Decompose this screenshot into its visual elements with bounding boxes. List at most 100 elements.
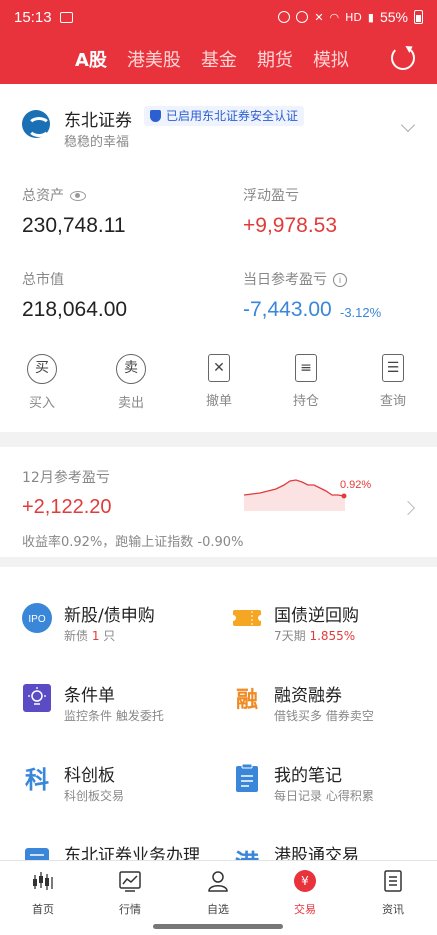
service-margin-trading[interactable]: 融 融资融券 借钱买多 借券卖空: [232, 681, 437, 731]
wifi-icon: ◠: [329, 10, 340, 24]
positions-button[interactable]: ≡ 持仓: [276, 354, 336, 409]
nav-market[interactable]: 行情: [95, 869, 165, 917]
nav-watchlist[interactable]: 自选: [183, 869, 253, 917]
sparkline-percent-label: 0.92%: [340, 479, 372, 491]
clock-icon: [296, 11, 309, 23]
daily-pnl-percent: -3.12%: [340, 305, 382, 320]
monthly-pnl-card[interactable]: 12月参考盈亏 +2,122.20 收益率0.92%，跑输上证指数 -0.90%…: [0, 447, 437, 557]
broker-name[interactable]: 东北证券: [64, 106, 132, 131]
alarm-icon: [278, 11, 291, 23]
service-star-market-title: 科创板: [64, 766, 115, 786]
chevron-down-icon[interactable]: [400, 117, 416, 133]
monthly-pnl-value: +2,122.20: [22, 496, 112, 518]
market-icon: [119, 871, 141, 892]
query-label: 查询: [379, 394, 406, 409]
cert-badge-label: 已启用东北证券安全认证: [166, 109, 299, 123]
nav-news[interactable]: 资讯: [358, 869, 428, 917]
ipo-icon: IPO: [22, 603, 52, 633]
tab-hk-us[interactable]: 港美股: [127, 46, 181, 72]
watchlist-icon: [208, 871, 228, 892]
monthly-pnl-sparkline: [244, 479, 347, 511]
nav-market-label: 行情: [119, 903, 141, 916]
ipo-icon-text: IPO: [28, 614, 45, 625]
floating-pnl-value: +9,978.53: [243, 214, 338, 237]
status-time: 15:13: [14, 8, 52, 26]
chevron-right-icon: [400, 500, 416, 516]
service-reverse-repo-title: 国债逆回购: [274, 606, 359, 626]
network-label: HD: [345, 10, 362, 24]
service-conditional-order[interactable]: 条件单 监控条件 触发委托: [22, 681, 232, 731]
total-assets-value: 230,748.11: [22, 214, 126, 237]
service-conditional-order-title: 条件单: [64, 686, 115, 706]
lightbulb-icon: [23, 684, 51, 712]
service-star-market[interactable]: 科 科创板 科创板交易: [22, 761, 232, 811]
notes-icon: [236, 763, 258, 792]
battery-level: 55%: [379, 9, 408, 25]
total-assets-label-row: 总资产: [22, 185, 86, 205]
daily-pnl-label-row: 当日参考盈亏 i: [243, 269, 347, 289]
sell-icon: 卖: [116, 354, 146, 384]
total-assets-label: 总资产: [22, 188, 64, 204]
buy-button[interactable]: 买 买入: [12, 354, 72, 411]
tab-futures[interactable]: 期货: [257, 46, 293, 72]
cancel-order-button[interactable]: ✕ 撤单: [189, 354, 249, 409]
status-bar: 15:13 ✕ ◠ HD ▮ 55%: [0, 0, 437, 34]
service-notes-title: 我的笔记: [274, 766, 342, 786]
service-conditional-order-sub: 监控条件 触发委托: [64, 709, 164, 723]
buy-label: 买入: [28, 396, 55, 411]
sell-button[interactable]: 卖 卖出: [101, 354, 161, 411]
service-reverse-repo[interactable]: 国债逆回购 7天期 1.855%: [232, 601, 437, 651]
tab-a-shares[interactable]: A股: [75, 46, 107, 72]
news-icon: [384, 870, 402, 892]
home-indicator[interactable]: [153, 924, 283, 929]
service-star-market-sub: 科创板交易: [64, 789, 125, 803]
floating-pnl-label: 浮动盈亏: [243, 188, 299, 204]
eye-icon[interactable]: [70, 191, 86, 201]
service-ipo-sub: 新债 1 只: [64, 629, 116, 643]
info-icon[interactable]: i: [333, 273, 347, 287]
market-value-label: 总市值: [22, 272, 64, 288]
trade-icon: ¥: [294, 870, 316, 892]
buy-icon: 买: [27, 354, 57, 384]
nav-home[interactable]: 首页: [8, 869, 78, 917]
shield-icon: [150, 110, 161, 122]
nav-trade-label: 交易: [294, 903, 316, 916]
refresh-icon[interactable]: [391, 46, 415, 70]
cancel-order-label: 撤单: [205, 394, 232, 409]
service-margin-trading-title: 融资融券: [274, 686, 342, 706]
market-value-value: 218,064.00: [22, 298, 128, 321]
daily-pnl-label: 当日参考盈亏: [243, 272, 327, 288]
sell-label: 卖出: [117, 396, 144, 411]
service-reverse-repo-sub: 7天期 1.855%: [274, 629, 356, 643]
nav-home-label: 首页: [32, 903, 54, 916]
battery-icon: [414, 10, 423, 24]
broker-slogan: 稳稳的幸福: [64, 135, 130, 150]
query-button[interactable]: ☰ 查询: [363, 354, 423, 409]
service-ipo[interactable]: IPO 新股/债申购 新债 1 只: [22, 601, 232, 651]
security-cert-badge[interactable]: 已启用东北证券安全认证: [144, 106, 305, 126]
sparkline-area: [244, 480, 345, 511]
market-tabs: A股 港美股 基金 期货 模拟: [0, 34, 437, 84]
nav-watchlist-label: 自选: [207, 903, 229, 916]
tab-simulation[interactable]: 模拟: [313, 46, 349, 72]
daily-pnl-value: -7,443.00: [243, 298, 332, 321]
broker-logo-icon: [22, 110, 51, 138]
star-market-icon: 科: [25, 766, 49, 793]
service-notes-sub: 每日记录 心得积累: [274, 789, 374, 803]
positions-label: 持仓: [292, 394, 319, 409]
status-right: ✕ ◠ HD ▮ 55%: [278, 9, 423, 25]
nav-trade[interactable]: ¥ 交易: [270, 869, 340, 917]
gallery-notification-icon: [59, 11, 73, 23]
home-chart-icon: [33, 872, 53, 890]
service-margin-trading-sub: 借钱买多 借券卖空: [274, 709, 374, 723]
tab-funds[interactable]: 基金: [201, 46, 237, 72]
signal-icon: ▮: [367, 10, 374, 24]
document-icon: ☰: [382, 354, 404, 382]
cancel-order-icon: ✕: [208, 354, 230, 382]
margin-icon: 融: [236, 688, 258, 713]
database-icon: ≡: [295, 354, 317, 382]
ticket-icon: [232, 610, 262, 626]
trade-icon-glyph: ¥: [301, 874, 309, 888]
sparkline-endpoint: [341, 493, 347, 499]
service-notes[interactable]: 我的笔记 每日记录 心得积累: [232, 761, 437, 811]
